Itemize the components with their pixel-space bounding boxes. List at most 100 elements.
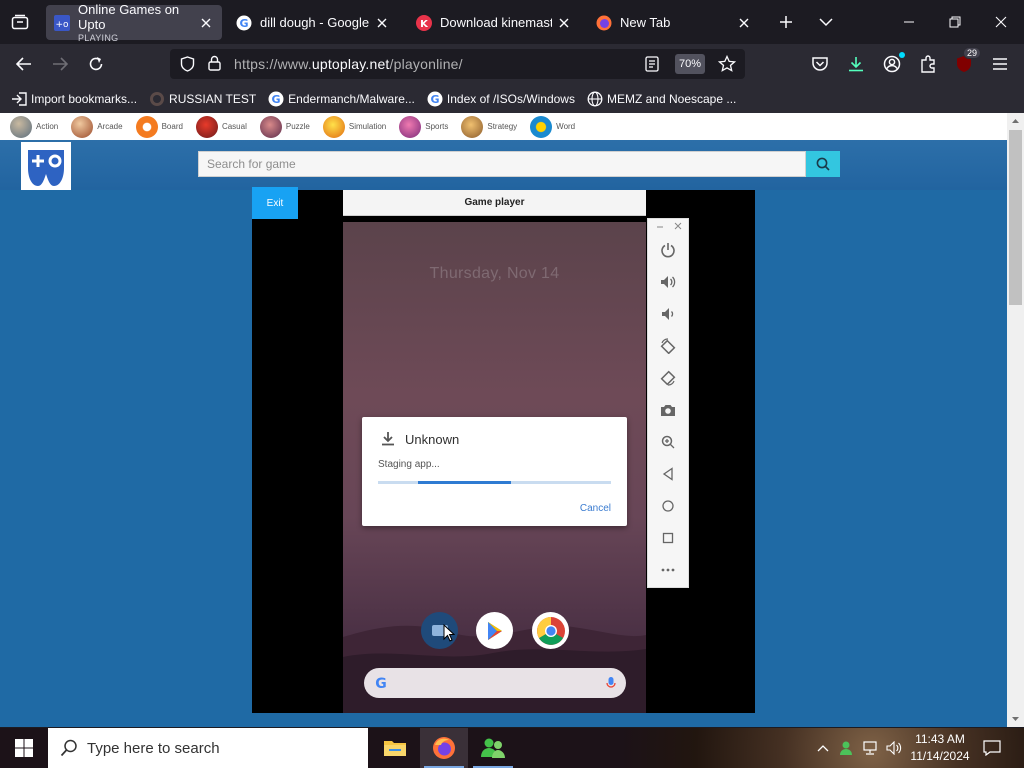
tab-title: Online Games on Upto: [78, 2, 180, 32]
close-tab-icon[interactable]: [736, 15, 752, 31]
start-button[interactable]: [0, 728, 48, 768]
category-label: Action: [36, 122, 59, 131]
tab-kinemaster[interactable]: K Download kinemaster: [408, 5, 580, 40]
power-icon: [661, 243, 675, 258]
category-board[interactable]: Board: [135, 115, 183, 138]
screenshot-button[interactable]: [657, 399, 679, 421]
show-hidden-icons-button[interactable]: [813, 728, 833, 768]
address-bar[interactable]: https://www.uptoplay.net/playonline/ 70%: [170, 49, 745, 79]
category-action[interactable]: Action: [10, 115, 59, 138]
file-explorer-taskbar-button[interactable]: [371, 728, 419, 768]
firefox-taskbar-button[interactable]: [420, 728, 468, 768]
network-button[interactable]: [860, 728, 882, 768]
extensions-button[interactable]: [914, 50, 942, 78]
scroll-down-icon[interactable]: [1011, 716, 1020, 722]
restore-button[interactable]: [943, 10, 967, 34]
uptoplay-logo[interactable]: [21, 142, 71, 190]
tab-google-search[interactable]: G dill dough - Google Se: [228, 5, 398, 40]
folder-icon: [384, 741, 406, 756]
back-button[interactable]: [10, 50, 38, 78]
minimize-button[interactable]: [897, 10, 921, 34]
svg-text:+o: +o: [55, 20, 69, 30]
microphone-icon[interactable]: [606, 676, 616, 690]
category-sports[interactable]: Sports: [399, 115, 448, 138]
scroll-up-icon[interactable]: [1011, 118, 1020, 124]
rotate-left-button[interactable]: [657, 335, 679, 357]
android-screen[interactable]: Thursday, Nov 14 Unknown Staging app... …: [343, 222, 646, 713]
bookmark-star-icon[interactable]: [718, 55, 736, 73]
close-tab-icon[interactable]: [374, 15, 390, 31]
bookmark-endermanch[interactable]: G Endermanch/Malware...: [268, 91, 415, 107]
taskbar-clock[interactable]: 11:43 AM 11/14/2024: [905, 731, 975, 765]
notifications-button[interactable]: [978, 728, 1006, 768]
menu-button[interactable]: [986, 50, 1014, 78]
taskbar-search-box[interactable]: Type here to search: [48, 728, 368, 768]
ublock-button[interactable]: 29: [950, 47, 982, 78]
reader-view-icon[interactable]: [645, 56, 659, 72]
forward-button[interactable]: [46, 50, 74, 78]
list-all-tabs-button[interactable]: [814, 10, 838, 34]
sports-category-icon: [399, 115, 422, 138]
bookmark-label: RUSSIAN TEST: [169, 91, 257, 106]
reload-button[interactable]: [82, 50, 110, 78]
play-store-icon[interactable]: [476, 612, 513, 649]
bookmark-isos[interactable]: G Index of /ISOs/Windows: [427, 91, 575, 107]
exit-button[interactable]: Exit: [252, 187, 298, 219]
overview-nav-button[interactable]: [657, 527, 679, 549]
close-icon[interactable]: [674, 222, 682, 230]
back-nav-button[interactable]: [657, 463, 679, 485]
scrollbar-thumb[interactable]: [1009, 130, 1022, 305]
search-button[interactable]: [806, 151, 840, 177]
category-puzzle[interactable]: Puzzle: [259, 115, 310, 138]
category-word[interactable]: Word: [530, 115, 575, 138]
google-g-icon: G: [375, 676, 387, 691]
tab-uptoplay[interactable]: +o Online Games on Upto PLAYING: [46, 2, 222, 43]
category-strategy[interactable]: Strategy: [461, 115, 517, 138]
google-search-widget[interactable]: G: [364, 668, 626, 698]
volume-down-button[interactable]: [657, 303, 679, 325]
rotate-left-icon: [660, 338, 676, 354]
power-button[interactable]: [657, 239, 679, 261]
volume-button[interactable]: [883, 728, 905, 768]
url-text[interactable]: https://www.uptoplay.net/playonline/: [234, 56, 463, 72]
tracking-protection-shield-icon[interactable]: [180, 56, 195, 72]
people-taskbar-button[interactable]: [469, 728, 517, 768]
home-nav-button[interactable]: [657, 495, 679, 517]
zoom-button[interactable]: [657, 431, 679, 453]
lock-icon[interactable]: [208, 55, 221, 71]
firefox-view-button[interactable]: [6, 9, 34, 35]
game-search-input[interactable]: Search for game: [198, 151, 806, 177]
downloads-button[interactable]: [842, 50, 870, 78]
volume-up-button[interactable]: [657, 271, 679, 293]
category-casual[interactable]: Casual: [195, 115, 247, 138]
zoom-icon: [661, 435, 675, 449]
cancel-button[interactable]: Cancel: [580, 503, 611, 514]
bookmark-russian-test[interactable]: RUSSIAN TEST: [149, 91, 256, 107]
bookmark-memz[interactable]: MEMZ and Noescape ...: [587, 91, 736, 107]
board-category-icon: [135, 115, 158, 138]
bookmark-import[interactable]: Import bookmarks...: [11, 91, 137, 107]
close-tab-icon[interactable]: [556, 15, 572, 31]
rotate-right-button[interactable]: [657, 367, 679, 389]
overview-icon: [662, 532, 674, 544]
more-button[interactable]: [657, 559, 679, 581]
arrow-right-icon: [53, 57, 68, 71]
tray-people-icon[interactable]: [836, 728, 858, 768]
category-simulation[interactable]: Simulation: [322, 115, 386, 138]
bookmark-label: Endermanch/Malware...: [288, 91, 415, 106]
zoom-reset-button[interactable]: 70%: [675, 54, 705, 74]
minimize-icon[interactable]: [656, 224, 664, 230]
close-window-button[interactable]: [989, 10, 1013, 34]
category-arcade[interactable]: Arcade: [71, 115, 123, 138]
emulator-side-toolbar: [647, 218, 689, 588]
pocket-button[interactable]: [806, 50, 834, 78]
chrome-icon[interactable]: [532, 612, 569, 649]
arrow-left-icon: [16, 57, 31, 71]
tab-new-tab[interactable]: New Tab: [588, 5, 760, 40]
network-icon: [863, 741, 877, 755]
svg-text:G: G: [239, 17, 248, 30]
page-scrollbar[interactable]: [1007, 113, 1024, 727]
account-button[interactable]: [878, 50, 906, 78]
new-tab-button[interactable]: [774, 10, 798, 34]
close-tab-icon[interactable]: [198, 15, 214, 31]
